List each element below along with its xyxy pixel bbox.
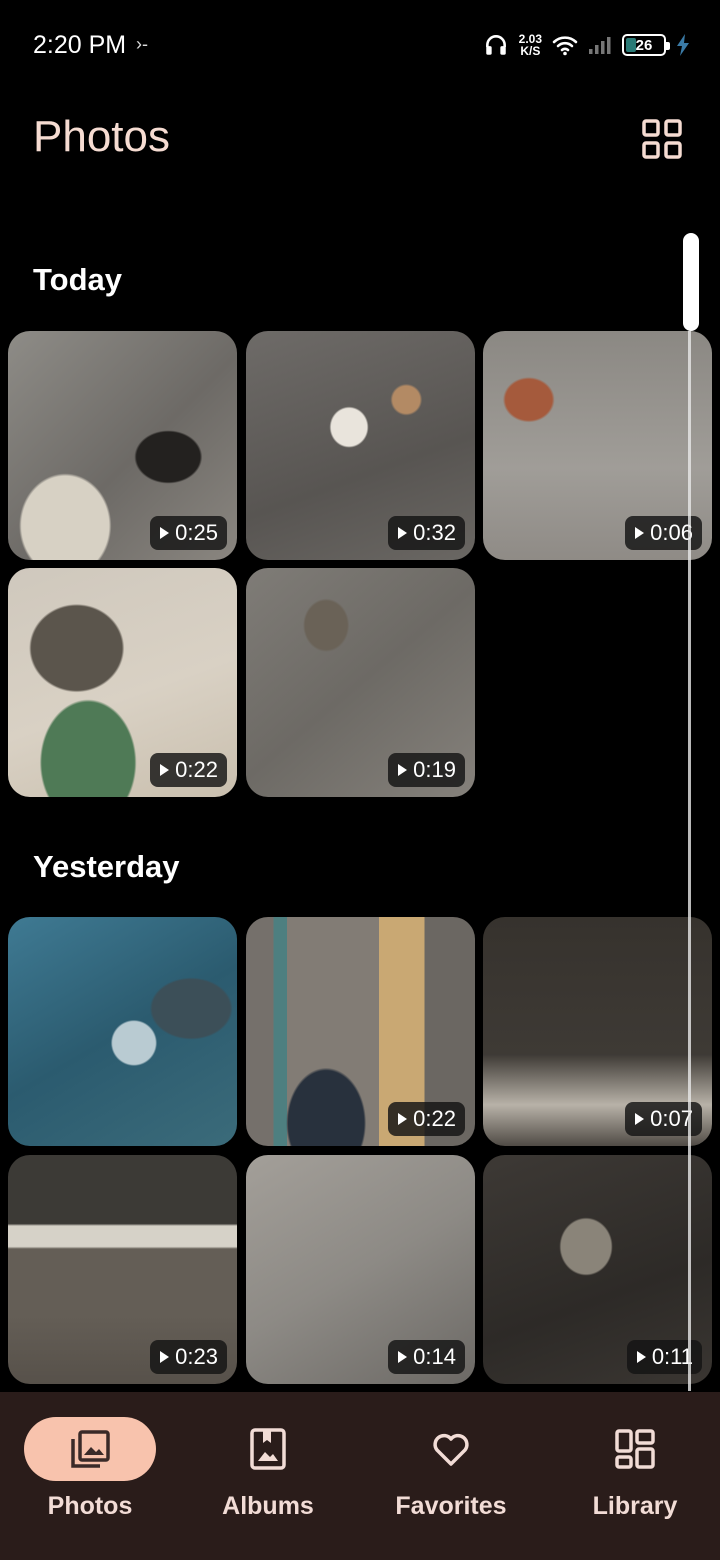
video-thumbnail[interactable]: 0:19 [246,568,475,797]
video-duration-badge: 0:22 [388,1102,465,1136]
network-speed: 2.03 K/S [518,32,542,58]
play-icon [398,1351,408,1363]
play-icon [160,1351,170,1363]
video-thumbnail[interactable]: 0:23 [8,1155,237,1384]
video-duration-badge: 0:19 [388,753,465,787]
notification-arrow-icon: ›- [136,34,148,54]
video-thumbnail[interactable]: 0:06 [483,331,712,560]
play-icon [160,527,170,539]
charging-bolt-icon [677,34,689,56]
video-thumbnail[interactable]: 0:22 [246,917,475,1146]
albums-icon [250,1428,286,1470]
nav-label: Photos [47,1492,133,1520]
video-thumbnail[interactable]: 0:25 [8,331,237,560]
video-thumbnail[interactable]: 0:22 [8,568,237,797]
headphones-icon [485,35,506,55]
nav-item-photos[interactable]: Photos [0,1392,180,1560]
library-icon [615,1429,655,1469]
video-duration-badge: 0:23 [150,1340,227,1374]
nav-label: Library [592,1492,678,1520]
page-title: Photos [33,112,170,161]
heart-icon [433,1433,469,1466]
status-icons: 2.03 K/S 26 [483,28,690,62]
nav-label: Favorites [395,1492,507,1520]
grid-view-icon [642,119,682,159]
play-icon [398,527,408,539]
play-icon [636,1351,646,1363]
play-icon [635,1113,645,1125]
scrollbar-track [688,331,691,1391]
photos-icon [71,1430,110,1468]
play-icon [160,764,170,776]
cellular-signal-icon [589,37,611,54]
status-bar: 2:20 PM ›- 2.03 K/S 26 [0,0,720,90]
video-duration-badge: 0:25 [150,516,227,550]
scrollbar-thumb[interactable] [683,233,699,331]
play-icon [635,527,645,539]
video-thumbnail[interactable]: 0:07 [483,917,712,1146]
grid-view-button[interactable] [641,118,683,160]
play-icon [398,764,408,776]
bottom-navigation: Photos Albums Favorites Library [0,1392,720,1560]
video-duration-badge: 0:22 [150,753,227,787]
video-thumbnail[interactable]: 0:11 [483,1155,712,1384]
nav-item-library[interactable]: Library [545,1392,720,1560]
status-time: 2:20 PM [33,31,127,59]
wifi-icon [552,36,578,56]
section-title-yesterday: Yesterday [33,849,180,884]
nav-label: Albums [222,1492,314,1520]
nav-item-favorites[interactable]: Favorites [361,1392,541,1560]
game-screenshot-thumbnail[interactable] [8,917,237,1146]
video-thumbnail[interactable]: 0:32 [246,331,475,560]
video-duration-badge: 0:32 [388,516,465,550]
nav-item-albums[interactable]: Albums [178,1392,358,1560]
video-thumbnail[interactable]: 0:14 [246,1155,475,1384]
battery-level: 26 [635,36,653,54]
video-duration-badge: 0:14 [388,1340,465,1374]
battery-icon: 26 [622,34,670,56]
section-title-today: Today [33,262,122,297]
play-icon [398,1113,408,1125]
